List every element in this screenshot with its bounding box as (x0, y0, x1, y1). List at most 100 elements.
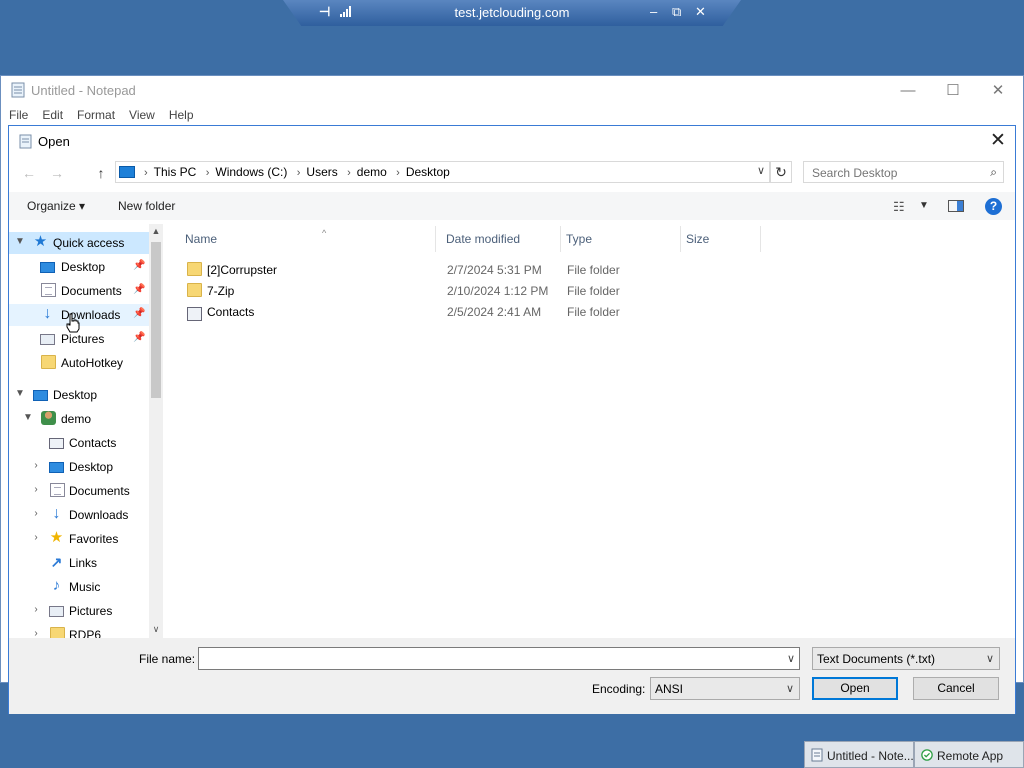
notepad-title-bar[interactable]: Untitled - Notepad — ☐ ✕ (1, 76, 1023, 106)
breadcrumb-demo[interactable]: demo (357, 165, 387, 179)
search-input[interactable] (810, 165, 984, 181)
file-date: 2/7/2024 5:31 PM (447, 263, 542, 277)
dialog-footer: File name: ∨ Text Documents (*.txt) ∨ En… (9, 638, 1015, 714)
file-row[interactable]: Contacts 2/5/2024 2:41 AM File folder (164, 301, 764, 322)
preview-pane-icon[interactable] (948, 200, 964, 212)
nav-quick-desktop[interactable]: Desktop 📌 (9, 256, 149, 278)
cancel-button[interactable]: Cancel (913, 677, 999, 700)
nav-label: AutoHotkey (61, 356, 124, 370)
scroll-thumb[interactable] (151, 242, 161, 398)
file-row[interactable]: [2]Corrupster 2/7/2024 5:31 PM File fold… (164, 259, 764, 280)
breadcrumb-windows-c[interactable]: Windows (C:) (215, 165, 287, 179)
nav-contacts[interactable]: Contacts (9, 432, 149, 454)
nav-label: Contacts (69, 436, 117, 450)
close-button[interactable]: ✕ (983, 80, 1013, 102)
menu-edit[interactable]: Edit (34, 106, 69, 122)
forward-button[interactable]: → (47, 163, 67, 183)
file-type-select[interactable]: Text Documents (*.txt) ∨ (812, 647, 1000, 670)
pin-icon: 📌 (133, 260, 146, 271)
this-pc-icon (119, 166, 135, 178)
column-type[interactable]: Type (561, 226, 681, 252)
back-button[interactable]: ← (19, 163, 39, 183)
folder-icon (187, 283, 202, 297)
new-folder-button[interactable]: New folder (118, 199, 175, 213)
folder-icon (50, 627, 65, 638)
dialog-close-button[interactable]: ✕ (987, 130, 1009, 152)
chevron-down-icon[interactable]: ▼ (23, 412, 33, 423)
scroll-down-icon[interactable]: ∨ (149, 624, 163, 635)
chevron-right-icon[interactable]: › (31, 484, 41, 495)
nav-links[interactable]: ↗ Links (9, 552, 149, 574)
chevron-down-icon[interactable]: ∨ (986, 652, 994, 665)
address-bar[interactable]: › This PC › Windows (C:) › Users › demo › Des… (115, 161, 770, 183)
dialog-title-bar[interactable]: Open ✕ (9, 126, 1015, 156)
chevron-down-icon[interactable]: ▼ (15, 236, 25, 247)
file-name: [2]Corrupster (207, 263, 278, 277)
rdp-restore-button[interactable]: ⧉ (672, 4, 681, 20)
chevron-down-icon[interactable]: ∨ (786, 682, 794, 695)
menu-file[interactable]: File (1, 106, 34, 122)
chevron-down-icon[interactable]: ∨ (757, 164, 765, 177)
column-size[interactable]: Size (681, 226, 761, 252)
nav-downloads[interactable]: › ↓ Downloads (9, 504, 149, 526)
chevron-right-icon[interactable]: › (31, 460, 41, 471)
organize-button[interactable]: Organize ▾ (27, 199, 85, 213)
file-name-combo[interactable]: ∨ (198, 647, 800, 670)
encoding-select[interactable]: ANSI ∨ (650, 677, 800, 700)
nav-desktop-root[interactable]: ▼ Desktop (9, 384, 149, 406)
chevron-down-icon[interactable]: ▼ (15, 388, 25, 399)
nav-label: Quick access (53, 236, 125, 250)
address-row: ← → ↑ › This PC › Windows (C:) › Users › dem… (9, 160, 1015, 186)
refresh-button[interactable]: ↻ (770, 161, 792, 183)
sort-up-icon: ^ (322, 228, 327, 238)
nav-favorites[interactable]: › ★ Favorites (9, 528, 149, 550)
scroll-up-icon[interactable]: ▲ (149, 226, 163, 236)
remote-app-icon (921, 749, 933, 761)
chevron-right-icon[interactable]: › (31, 532, 41, 543)
taskbar-notepad[interactable]: Untitled - Note... (804, 741, 914, 768)
menu-help[interactable]: Help (161, 106, 200, 122)
nav-label: Pictures (69, 604, 113, 618)
nav-rdp6[interactable]: › RDP6 (9, 624, 149, 638)
chevron-right-icon[interactable]: › (31, 604, 41, 615)
minimize-button[interactable]: — (893, 80, 923, 102)
search-icon: ⌕ (990, 165, 997, 179)
favorites-icon: ★ (49, 529, 64, 546)
up-button[interactable]: ↑ (91, 163, 111, 183)
breadcrumb-this-pc[interactable]: This PC (154, 165, 197, 179)
column-date-modified[interactable]: Date modified (441, 226, 561, 252)
taskbar-remote-app[interactable]: Remote App (914, 741, 1024, 768)
maximize-button[interactable]: ☐ (938, 80, 968, 102)
menu-format[interactable]: Format (69, 106, 121, 122)
nav-label: Links (69, 556, 98, 570)
file-row[interactable]: 7-Zip 2/10/2024 1:12 PM File folder (164, 280, 764, 301)
file-list: ^ Name Date modified Type Size [2]Corrup… (164, 224, 1015, 638)
pin-icon: 📌 (133, 332, 146, 343)
chevron-right-icon[interactable]: › (31, 508, 41, 519)
nav-documents[interactable]: › Documents (9, 480, 149, 502)
nav-quick-access[interactable]: ▼ ★ Quick access (9, 232, 149, 254)
nav-desktop[interactable]: › Desktop (9, 456, 149, 478)
breadcrumb-desktop[interactable]: Desktop (406, 165, 450, 179)
menu-view[interactable]: View (121, 106, 161, 122)
column-name[interactable]: ^ Name (180, 226, 436, 252)
nav-quick-documents[interactable]: Documents 📌 (9, 280, 149, 302)
help-icon[interactable]: ? (985, 198, 1002, 215)
chevron-down-icon[interactable]: ▼ (919, 200, 929, 211)
chevron-right-icon[interactable]: › (31, 628, 41, 638)
search-box[interactable]: ⌕ (803, 161, 1004, 183)
open-button[interactable]: Open (812, 677, 898, 700)
breadcrumb-users[interactable]: Users (306, 165, 337, 179)
view-options-icon[interactable]: ☷ (893, 199, 905, 215)
downloads-icon: ↓ (52, 505, 61, 522)
chevron-down-icon[interactable]: ∨ (787, 652, 795, 665)
nav-user-demo[interactable]: ▼ demo (9, 408, 149, 430)
nav-pictures[interactable]: › Pictures (9, 600, 149, 622)
rdp-minimize-button[interactable]: – (650, 4, 657, 19)
nav-scrollbar[interactable]: ▲ ∨ (149, 224, 163, 638)
file-name-input[interactable] (202, 651, 776, 667)
nav-music[interactable]: ♪ Music (9, 576, 149, 598)
rdp-close-button[interactable]: ✕ (695, 4, 706, 20)
file-date: 2/5/2024 2:41 AM (447, 305, 542, 319)
nav-quick-autohotkey[interactable]: AutoHotkey (9, 352, 149, 374)
